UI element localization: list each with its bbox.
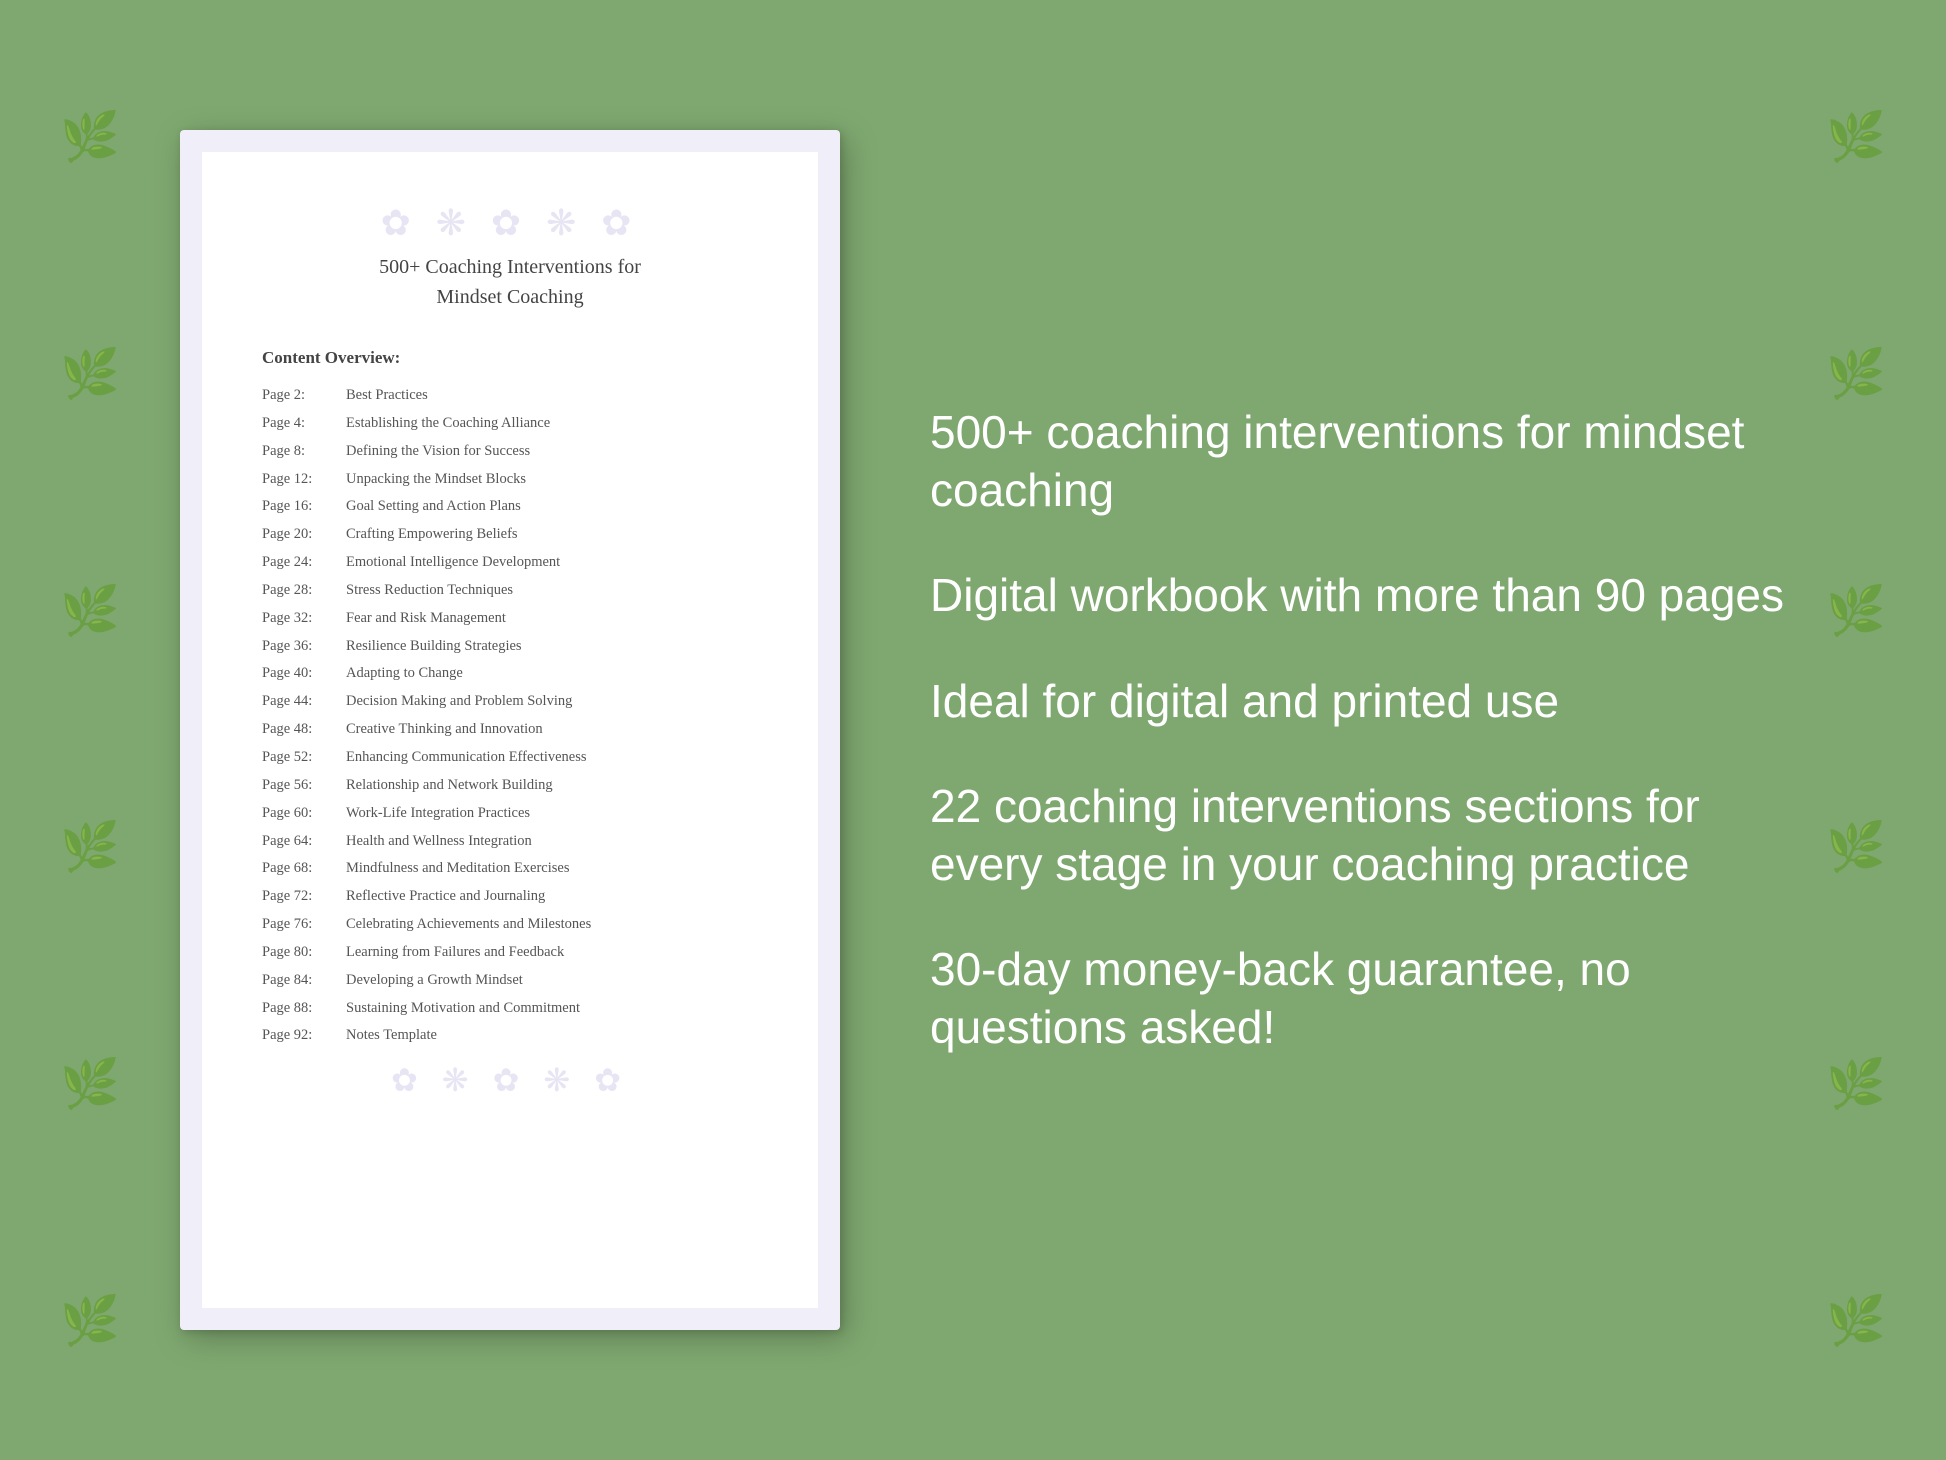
toc-item-20: Page 76: Celebrating Achievements and Mi… bbox=[262, 915, 758, 934]
feature-text-2: Digital workbook with more than 90 pages bbox=[930, 567, 1786, 625]
doc-top-decoration: ✿ ❋ ✿ ❋ ✿ bbox=[262, 202, 758, 244]
toc-page-16: Page 60: bbox=[262, 804, 342, 823]
feature-text-4: 22 coaching interventions sections for e… bbox=[930, 778, 1786, 893]
toc-page-4: Page 12: bbox=[262, 470, 342, 489]
toc-page-18: Page 68: bbox=[262, 859, 342, 878]
toc-page-17: Page 64: bbox=[262, 832, 342, 851]
toc-page-21: Page 80: bbox=[262, 943, 342, 962]
toc-item-19: Page 72: Reflective Practice and Journal… bbox=[262, 887, 758, 906]
toc-title-11: Adapting to Change bbox=[346, 664, 463, 683]
toc-page-24: Page 92: bbox=[262, 1026, 342, 1045]
toc-title-18: Mindfulness and Meditation Exercises bbox=[346, 859, 570, 878]
toc-page-22: Page 84: bbox=[262, 971, 342, 990]
feature-text-3: Ideal for digital and printed use bbox=[930, 673, 1786, 731]
feature-text-5: 30-day money-back guarantee, no question… bbox=[930, 941, 1786, 1056]
content-overview-label: Content Overview: bbox=[262, 348, 758, 368]
toc-item-12: Page 44: Decision Making and Problem Sol… bbox=[262, 692, 758, 711]
feature-text-1: 500+ coaching interventions for mindset … bbox=[930, 404, 1786, 519]
toc-title-4: Unpacking the Mindset Blocks bbox=[346, 470, 526, 489]
toc-item-14: Page 52: Enhancing Communication Effecti… bbox=[262, 748, 758, 767]
toc-page-23: Page 88: bbox=[262, 999, 342, 1018]
toc-title-15: Relationship and Network Building bbox=[346, 776, 553, 795]
toc-title-13: Creative Thinking and Innovation bbox=[346, 720, 543, 739]
toc-title-1: Best Practices bbox=[346, 386, 428, 405]
toc-page-19: Page 72: bbox=[262, 887, 342, 906]
toc-item-10: Page 36: Resilience Building Strategies bbox=[262, 637, 758, 656]
toc-page-15: Page 56: bbox=[262, 776, 342, 795]
toc-item-1: Page 2: Best Practices bbox=[262, 386, 758, 405]
toc-title-9: Fear and Risk Management bbox=[346, 609, 506, 628]
document-mockup: ✿ ❋ ✿ ❋ ✿ 500+ Coaching Interventions fo… bbox=[180, 130, 840, 1330]
toc-title-7: Emotional Intelligence Development bbox=[346, 553, 560, 572]
content-wrapper: ✿ ❋ ✿ ❋ ✿ 500+ Coaching Interventions fo… bbox=[0, 0, 1946, 1460]
toc-title-21: Learning from Failures and Feedback bbox=[346, 943, 564, 962]
toc-page-14: Page 52: bbox=[262, 748, 342, 767]
toc-title-2: Establishing the Coaching Alliance bbox=[346, 414, 550, 433]
toc-title-3: Defining the Vision for Success bbox=[346, 442, 530, 461]
document-title: 500+ Coaching Interventions for Mindset … bbox=[262, 252, 758, 312]
toc-item-9: Page 32: Fear and Risk Management bbox=[262, 609, 758, 628]
toc-page-3: Page 8: bbox=[262, 442, 342, 461]
toc-item-4: Page 12: Unpacking the Mindset Blocks bbox=[262, 470, 758, 489]
toc-page-20: Page 76: bbox=[262, 915, 342, 934]
toc-title-6: Crafting Empowering Beliefs bbox=[346, 525, 518, 544]
toc-title-22: Developing a Growth Mindset bbox=[346, 971, 523, 990]
toc-title-8: Stress Reduction Techniques bbox=[346, 581, 513, 600]
toc-page-10: Page 36: bbox=[262, 637, 342, 656]
toc-item-15: Page 56: Relationship and Network Buildi… bbox=[262, 776, 758, 795]
table-of-contents: Page 2: Best Practices Page 4: Establish… bbox=[262, 386, 758, 1045]
toc-page-12: Page 44: bbox=[262, 692, 342, 711]
toc-page-1: Page 2: bbox=[262, 386, 342, 405]
toc-title-16: Work-Life Integration Practices bbox=[346, 804, 530, 823]
toc-page-7: Page 24: bbox=[262, 553, 342, 572]
toc-item-23: Page 88: Sustaining Motivation and Commi… bbox=[262, 999, 758, 1018]
features-panel: 500+ coaching interventions for mindset … bbox=[910, 404, 1846, 1056]
toc-item-18: Page 68: Mindfulness and Meditation Exer… bbox=[262, 859, 758, 878]
toc-item-13: Page 48: Creative Thinking and Innovatio… bbox=[262, 720, 758, 739]
toc-item-6: Page 20: Crafting Empowering Beliefs bbox=[262, 525, 758, 544]
toc-title-19: Reflective Practice and Journaling bbox=[346, 887, 545, 906]
doc-bottom-decoration: ✿ ❋ ✿ ❋ ✿ bbox=[262, 1061, 758, 1099]
toc-item-3: Page 8: Defining the Vision for Success bbox=[262, 442, 758, 461]
toc-item-22: Page 84: Developing a Growth Mindset bbox=[262, 971, 758, 990]
toc-item-17: Page 64: Health and Wellness Integration bbox=[262, 832, 758, 851]
toc-title-23: Sustaining Motivation and Commitment bbox=[346, 999, 580, 1018]
toc-title-20: Celebrating Achievements and Milestones bbox=[346, 915, 591, 934]
toc-page-5: Page 16: bbox=[262, 497, 342, 516]
toc-item-11: Page 40: Adapting to Change bbox=[262, 664, 758, 683]
toc-title-14: Enhancing Communication Effectiveness bbox=[346, 748, 587, 767]
toc-item-7: Page 24: Emotional Intelligence Developm… bbox=[262, 553, 758, 572]
document-inner: ✿ ❋ ✿ ❋ ✿ 500+ Coaching Interventions fo… bbox=[202, 152, 818, 1308]
toc-page-11: Page 40: bbox=[262, 664, 342, 683]
toc-item-21: Page 80: Learning from Failures and Feed… bbox=[262, 943, 758, 962]
toc-title-12: Decision Making and Problem Solving bbox=[346, 692, 572, 711]
toc-page-13: Page 48: bbox=[262, 720, 342, 739]
toc-item-2: Page 4: Establishing the Coaching Allian… bbox=[262, 414, 758, 433]
toc-title-10: Resilience Building Strategies bbox=[346, 637, 522, 656]
toc-page-9: Page 32: bbox=[262, 609, 342, 628]
toc-item-16: Page 60: Work-Life Integration Practices bbox=[262, 804, 758, 823]
toc-page-8: Page 28: bbox=[262, 581, 342, 600]
toc-title-24: Notes Template bbox=[346, 1026, 437, 1045]
toc-title-17: Health and Wellness Integration bbox=[346, 832, 532, 851]
toc-page-2: Page 4: bbox=[262, 414, 342, 433]
toc-title-5: Goal Setting and Action Plans bbox=[346, 497, 521, 516]
toc-item-8: Page 28: Stress Reduction Techniques bbox=[262, 581, 758, 600]
toc-item-5: Page 16: Goal Setting and Action Plans bbox=[262, 497, 758, 516]
toc-item-24: Page 92: Notes Template bbox=[262, 1026, 758, 1045]
toc-page-6: Page 20: bbox=[262, 525, 342, 544]
